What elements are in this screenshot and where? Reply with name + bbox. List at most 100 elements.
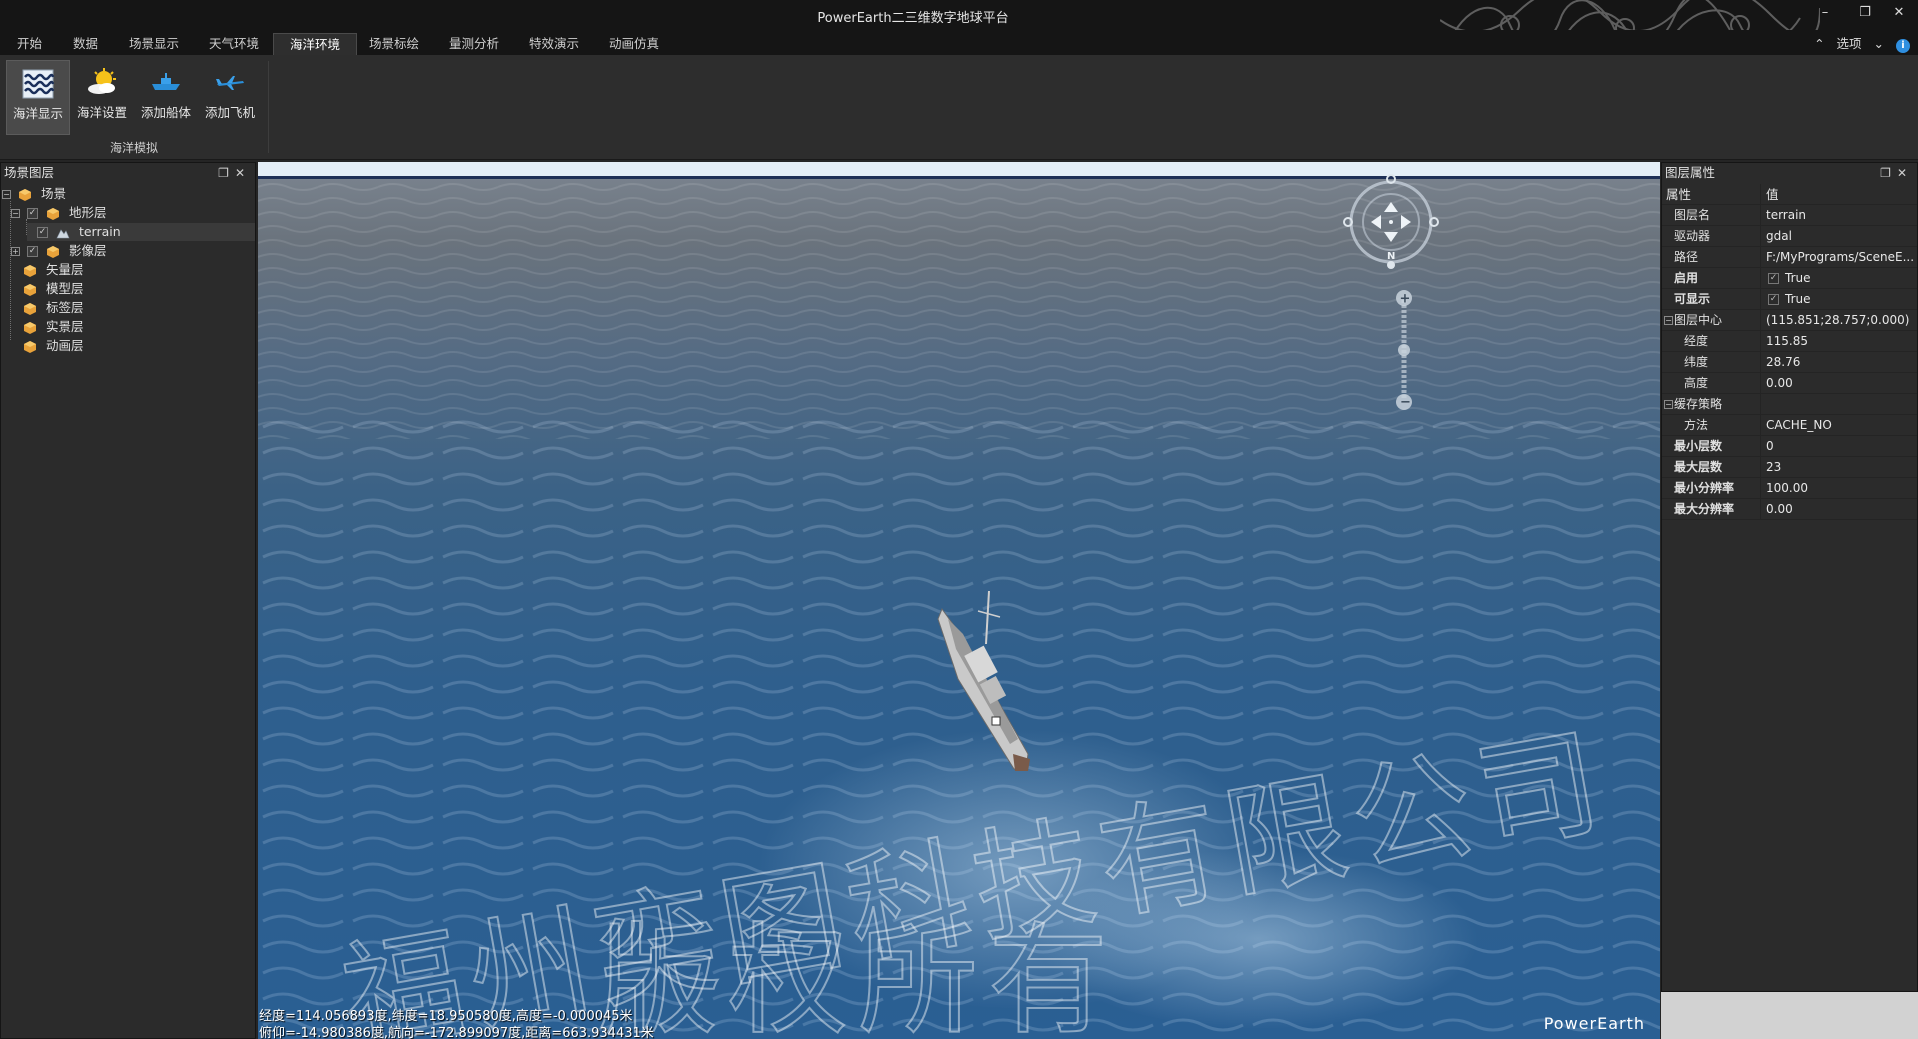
property-value[interactable]: 0.00 (1762, 499, 1917, 519)
property-row[interactable]: 图层名 terrain (1662, 205, 1917, 226)
float-panel-icon[interactable]: ❐ (218, 166, 235, 180)
close-panel-icon[interactable]: ✕ (1897, 166, 1913, 180)
expand-icon[interactable]: + (11, 247, 20, 256)
camera-readout: 俯仰=-14.980386度,航向=-172.899097度,距离=663.93… (259, 1026, 654, 1039)
property-row[interactable]: 最大分辨率 0.00 (1662, 499, 1917, 520)
layer-checkbox[interactable]: ✓ (36, 227, 48, 238)
collapse-icon[interactable]: − (2, 190, 11, 199)
info-icon[interactable]: i (1896, 39, 1910, 53)
add-airplane-button[interactable]: 添加飞机 (198, 60, 262, 135)
north-indicator-icon: N (1387, 251, 1395, 262)
property-row[interactable]: 可显示 ✓ True (1662, 289, 1917, 310)
enabled-value: True (1785, 271, 1811, 285)
property-row[interactable]: 驱动器 gdal (1662, 226, 1917, 247)
layer-checkbox[interactable]: ✓ (26, 246, 38, 257)
tab-scene-display[interactable]: 场景显示 (113, 33, 195, 55)
tree-label: 标签层 (45, 300, 84, 315)
tab-ocean[interactable]: 海洋环境 (273, 33, 358, 55)
tab-data[interactable]: 数据 (57, 33, 114, 55)
property-value[interactable]: gdal (1762, 226, 1917, 246)
checkbox-icon[interactable]: ✓ (1768, 273, 1779, 284)
tree-label: 实景层 (45, 319, 84, 334)
tree-item-terrain-layer[interactable]: − ✓ 地形层 (11, 204, 106, 222)
property-key: 图层名 (1662, 205, 1761, 225)
collapse-icon[interactable]: − (11, 209, 20, 218)
tree-item-label-layer[interactable]: 标签层 (23, 299, 84, 317)
checkbox-icon[interactable]: ✓ (1768, 294, 1779, 305)
tab-measure[interactable]: 量测分析 (433, 33, 515, 55)
add-ship-button[interactable]: 添加船体 (134, 60, 198, 135)
float-panel-icon[interactable]: ❐ (1880, 166, 1897, 180)
property-row[interactable]: 最大层数 23 (1662, 457, 1917, 478)
tree-label: 场景 (40, 186, 66, 201)
3d-viewport[interactable]: 福州奕图科技有限公司 版权所有 N + − 经度=114.056893度,纬度=… (258, 162, 1660, 1039)
property-value[interactable]: 0.00 (1762, 373, 1917, 393)
property-row[interactable]: 启用 ✓ True (1662, 268, 1917, 289)
ocean-settings-button[interactable]: 海洋设置 (70, 60, 134, 135)
property-category-row[interactable]: − 缓存策略 (1662, 394, 1917, 415)
pan-down-icon (1384, 232, 1398, 242)
folder-cube-icon (46, 207, 59, 220)
tree-item-scene[interactable]: − 场景 (2, 185, 66, 203)
restore-button[interactable]: ❐ (1852, 3, 1878, 23)
chevron-down-icon[interactable]: ⌄ (1874, 33, 1884, 55)
waves-icon (22, 69, 54, 99)
property-value[interactable]: ✓ True (1762, 289, 1917, 309)
navigation-compass[interactable]: N (1343, 172, 1439, 272)
title-bar: PowerEarth二三维数字地球平台 – ❐ ✕ (0, 0, 1918, 46)
property-value[interactable]: (115.851;28.757;0.000) (1762, 310, 1917, 330)
property-value[interactable]: CACHE_NO (1762, 415, 1917, 435)
property-value[interactable]: 28.76 (1762, 352, 1917, 372)
property-value[interactable]: terrain (1762, 205, 1917, 225)
property-row[interactable]: 高度 0.00 (1662, 373, 1917, 394)
property-category-row[interactable]: − 图层中心 (115.851;28.757;0.000) (1662, 310, 1917, 331)
property-key: 方法 (1662, 415, 1761, 435)
property-key: 路径 (1662, 247, 1761, 267)
property-row[interactable]: 最小层数 0 (1662, 436, 1917, 457)
property-grid: 属性 值 图层名 terrain 驱动器 gdal 路径 F:/MyProgra… (1662, 184, 1917, 520)
tree-item-terrain[interactable]: ✓ terrain (27, 223, 255, 241)
property-key: 启用 (1662, 268, 1761, 288)
property-value[interactable]: ✓ True (1762, 268, 1917, 288)
folder-cube-icon (18, 188, 31, 201)
zoom-slider[interactable]: + − (1392, 288, 1416, 412)
tree-item-model-layer[interactable]: 模型层 (23, 280, 84, 298)
ocean-settings-label: 海洋设置 (76, 105, 127, 120)
property-value[interactable]: F:/MyPrograms/SceneE... (1762, 247, 1917, 267)
scene-layers-panel: 场景图层 ❐✕ − 场景 − ✓ 地形层 ✓ terrain + ✓ 影像层 矢… (0, 162, 256, 1039)
tab-weather[interactable]: 天气环境 (193, 33, 275, 55)
folder-cube-icon (24, 302, 36, 315)
tab-effects[interactable]: 特效演示 (513, 33, 595, 55)
property-key: 驱动器 (1662, 226, 1761, 246)
ribbon: 海洋显示 海洋设置 添加船体 添加飞机 海洋模拟 (0, 55, 1918, 160)
property-value[interactable]: 23 (1762, 457, 1917, 477)
minimize-button[interactable]: – (1812, 3, 1838, 23)
property-key: 可显示 (1662, 289, 1761, 309)
close-panel-icon[interactable]: ✕ (235, 166, 251, 180)
airplane-icon (216, 76, 244, 90)
tab-scene-plotting[interactable]: 场景标绘 (353, 33, 435, 55)
tree-item-realscene-layer[interactable]: 实景层 (23, 318, 84, 336)
pan-right-icon (1401, 215, 1411, 229)
property-value[interactable]: 115.85 (1762, 331, 1917, 351)
ship-icon (152, 73, 180, 90)
property-value[interactable]: 100.00 (1762, 478, 1917, 498)
property-row[interactable]: 方法 CACHE_NO (1662, 415, 1917, 436)
folder-cube-icon (24, 321, 36, 334)
property-row[interactable]: 路径 F:/MyPrograms/SceneE... (1662, 247, 1917, 268)
close-button[interactable]: ✕ (1886, 3, 1912, 23)
tab-animation[interactable]: 动画仿真 (593, 33, 675, 55)
zoom-handle-icon (1398, 344, 1410, 356)
tree-item-animation-layer[interactable]: 动画层 (23, 337, 84, 355)
tree-item-vector-layer[interactable]: 矢量层 (23, 261, 84, 279)
tab-start[interactable]: 开始 (1, 33, 58, 55)
tree-item-imagery-layer[interactable]: + ✓ 影像层 (11, 242, 106, 260)
property-row[interactable]: 经度 115.85 (1662, 331, 1917, 352)
property-value[interactable]: 0 (1762, 436, 1917, 456)
collapse-ribbon-icon[interactable]: ⌃ (1814, 33, 1824, 55)
property-row[interactable]: 纬度 28.76 (1662, 352, 1917, 373)
ocean-display-button[interactable]: 海洋显示 (6, 60, 70, 135)
property-row[interactable]: 最小分辨率 100.00 (1662, 478, 1917, 499)
layer-checkbox[interactable]: ✓ (26, 208, 38, 219)
options-menu[interactable]: 选项 (1837, 33, 1862, 55)
